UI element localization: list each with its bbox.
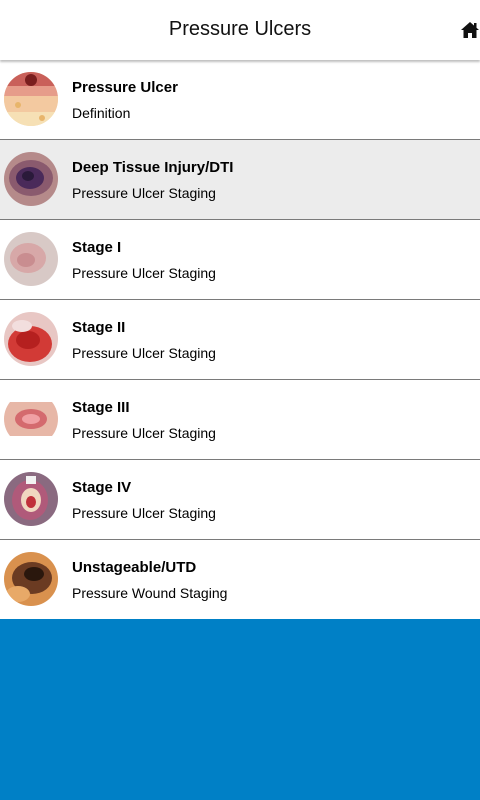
item-title: Stage II	[72, 319, 126, 336]
item-title: Stage I	[72, 239, 122, 256]
stage-1-wound-thumbnail	[4, 232, 58, 286]
item-title: Deep Tissue Injury/DTI	[72, 159, 234, 176]
item-subtitle: Pressure Ulcer Staging	[72, 425, 216, 441]
item-subtitle: Pressure Wound Staging	[72, 585, 228, 601]
stage-4-wound-thumbnail	[4, 472, 58, 526]
item-title: Pressure Ulcer	[72, 79, 178, 96]
page-title: Pressure Ulcers	[168, 18, 312, 40]
stage-3-wound-thumbnail	[4, 392, 58, 446]
item-subtitle: Definition	[72, 105, 131, 121]
dti-wound-thumbnail	[4, 152, 58, 206]
item-subtitle: Pressure Ulcer Staging	[72, 345, 216, 361]
list-item-unstageable[interactable]: Unstageable/UTD Pressure Wound Staging	[0, 540, 480, 619]
home-icon[interactable]	[460, 20, 480, 40]
list-item-stage-3[interactable]: Stage III Pressure Ulcer Staging	[0, 380, 480, 460]
list-item-stage-1[interactable]: Stage I Pressure Ulcer Staging	[0, 220, 480, 300]
item-title: Stage IV	[72, 479, 132, 496]
list-item-pressure-ulcer[interactable]: Pressure Ulcer Definition	[0, 60, 480, 140]
stage-2-wound-thumbnail	[4, 312, 58, 366]
list-item-stage-4[interactable]: Stage IV Pressure Ulcer Staging	[0, 460, 480, 540]
skin-layers-thumbnail	[4, 72, 58, 126]
list-item-deep-tissue-injury[interactable]: Deep Tissue Injury/DTI Pressure Ulcer St…	[0, 140, 480, 220]
unstageable-wound-thumbnail	[4, 552, 58, 606]
list-item-stage-2[interactable]: Stage II Pressure Ulcer Staging	[0, 300, 480, 380]
item-subtitle: Pressure Ulcer Staging	[72, 265, 216, 281]
item-title: Stage III	[72, 399, 130, 416]
item-subtitle: Pressure Ulcer Staging	[72, 505, 216, 521]
app-header: Pressure Ulcers	[0, 0, 480, 60]
topic-list: Pressure Ulcer Definition Deep Tissue In…	[0, 60, 480, 619]
item-subtitle: Pressure Ulcer Staging	[72, 185, 216, 201]
item-title: Unstageable/UTD	[72, 559, 197, 576]
